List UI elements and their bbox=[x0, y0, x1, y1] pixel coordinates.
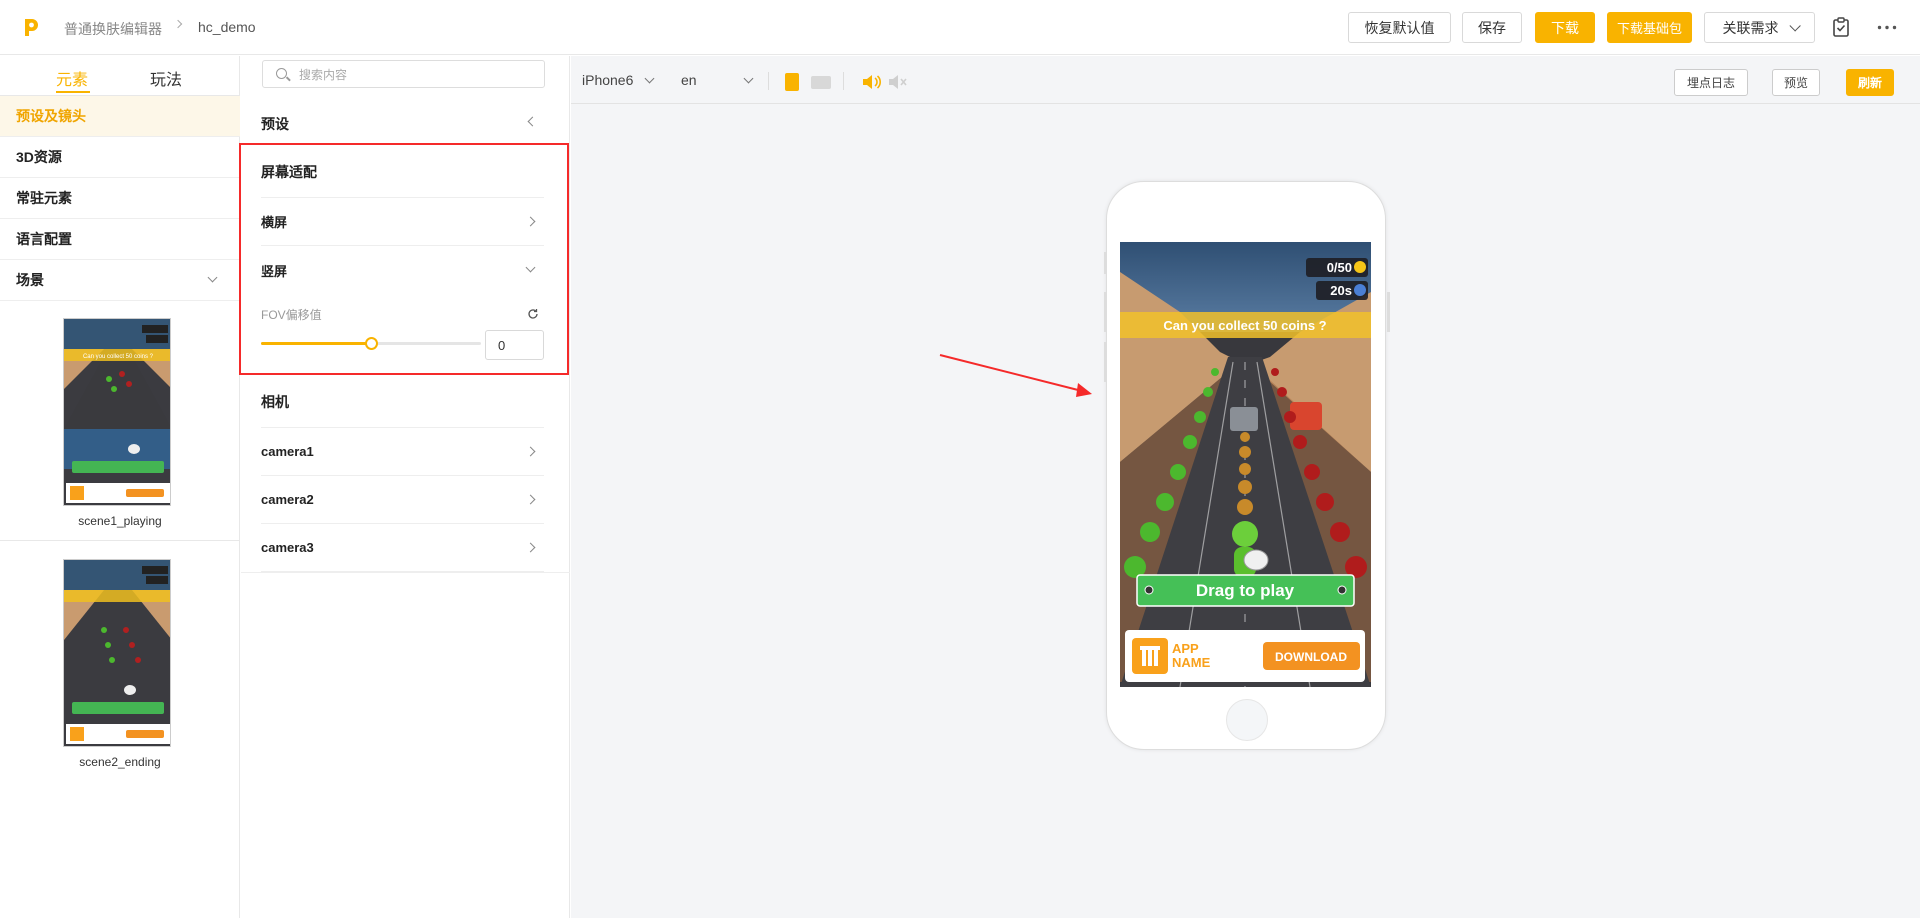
landscape-orientation-icon[interactable] bbox=[811, 76, 831, 89]
scene-thumbnail-2[interactable] bbox=[63, 559, 171, 747]
more-options-icon[interactable] bbox=[1877, 25, 1897, 30]
row-camera3[interactable]: camera3 bbox=[261, 524, 544, 572]
save-label: 保存 bbox=[1478, 19, 1506, 36]
phone-side-button bbox=[1387, 292, 1390, 332]
row-label: camera1 bbox=[261, 444, 314, 459]
home-button bbox=[1226, 699, 1268, 741]
scene-divider bbox=[0, 540, 240, 541]
scene-thumbnail-1[interactable]: Can you collect 50 coins ? bbox=[63, 318, 171, 506]
section-title-camera: 相机 bbox=[261, 394, 289, 410]
device-select[interactable]: iPhone6 bbox=[582, 72, 657, 88]
preview-button[interactable]: 预览 bbox=[1772, 69, 1820, 96]
restore-default-label: 恢复默认值 bbox=[1364, 19, 1435, 36]
tab-gameplay[interactable]: 玩法 bbox=[150, 66, 182, 90]
breadcrumb-separator-icon bbox=[173, 19, 183, 29]
top-bar: 普通换肤编辑器 hc_demo 恢复默认值 保存 下载 下载基础包 关联需求 bbox=[0, 0, 1920, 55]
nav-item-language-config[interactable]: 语言配置 bbox=[0, 219, 240, 260]
coin-counter: 0/50 bbox=[1327, 260, 1352, 275]
scene-name-1: scene1_playing bbox=[78, 514, 162, 528]
chevron-right-icon bbox=[525, 446, 536, 457]
clipboard-check-icon[interactable] bbox=[1832, 17, 1850, 37]
download-base-package-button[interactable]: 下载基础包 bbox=[1607, 12, 1692, 43]
chevron-down-icon bbox=[644, 73, 655, 84]
nav-item-presets-camera[interactable]: 预设及镜头 bbox=[0, 96, 240, 137]
language-select[interactable]: en bbox=[681, 72, 756, 88]
preview-toolbar: iPhone6 en 埋点日志 预览 刷新 bbox=[571, 56, 1920, 104]
preview-label: 预览 bbox=[1783, 76, 1808, 90]
nav-item-3d-resources[interactable]: 3D资源 bbox=[0, 137, 240, 178]
properties-panel: 搜索内容 预设 屏幕适配 横屏 竖屏 FOV偏移值 0 相机 camera1 c… bbox=[239, 56, 570, 918]
row-label: camera3 bbox=[261, 540, 314, 555]
download-label: 下载 bbox=[1551, 19, 1579, 36]
drag-to-play-text: Drag to play bbox=[1196, 581, 1295, 600]
timer-text: 20s bbox=[1330, 283, 1352, 298]
row-camera1[interactable]: camera1 bbox=[261, 428, 544, 476]
phone-side-button bbox=[1104, 252, 1107, 274]
refresh-button[interactable]: 刷新 bbox=[1846, 69, 1894, 96]
scene1-preview-image: Can you collect 50 coins ? bbox=[64, 319, 170, 505]
tracking-log-label: 埋点日志 bbox=[1686, 76, 1735, 90]
banner-text: Can you collect 50 coins ? bbox=[1163, 318, 1326, 333]
save-button[interactable]: 保存 bbox=[1462, 12, 1522, 43]
tracking-log-button[interactable]: 埋点日志 bbox=[1674, 69, 1748, 96]
chevron-down-icon bbox=[207, 272, 218, 283]
download-base-label: 下载基础包 bbox=[1616, 21, 1682, 36]
breadcrumb-editor[interactable]: 普通换肤编辑器 bbox=[64, 19, 162, 39]
scene-name-2: scene2_ending bbox=[79, 755, 161, 769]
divider bbox=[241, 572, 570, 573]
chevron-down-icon bbox=[743, 73, 754, 84]
thumb-banner-text: Can you collect 50 coins ? bbox=[83, 354, 154, 360]
section-title-presets: 预设 bbox=[261, 116, 289, 132]
sound-on-icon[interactable] bbox=[862, 74, 882, 90]
nav-item-label: 预设及镜头 bbox=[16, 108, 86, 124]
nav-item-label: 场景 bbox=[16, 272, 44, 288]
nav-item-label: 3D资源 bbox=[16, 149, 62, 165]
preview-stage: iPhone6 en 埋点日志 预览 刷新 Can you collect 50… bbox=[571, 56, 1920, 918]
chevron-right-icon bbox=[525, 494, 536, 505]
portrait-orientation-icon[interactable] bbox=[785, 73, 799, 91]
breadcrumb-project: hc_demo bbox=[198, 19, 256, 35]
restore-default-button[interactable]: 恢复默认值 bbox=[1348, 12, 1451, 43]
nav-item-label: 语言配置 bbox=[16, 231, 72, 247]
phone-side-button bbox=[1104, 292, 1107, 332]
row-label: camera2 bbox=[261, 492, 314, 507]
active-tab-indicator bbox=[56, 91, 90, 93]
annotation-arrow-icon bbox=[939, 354, 1092, 397]
search-input[interactable]: 搜索内容 bbox=[262, 60, 545, 88]
game-preview-screen[interactable]: Can you collect 50 coins ? 0/50 20s Drag… bbox=[1120, 242, 1371, 687]
search-placeholder: 搜索内容 bbox=[299, 67, 348, 82]
app-name-line2: NAME bbox=[1172, 655, 1211, 670]
search-icon bbox=[276, 68, 287, 79]
language-value: en bbox=[681, 72, 697, 88]
app-name-line1: APP bbox=[1172, 641, 1199, 656]
phone-frame: Can you collect 50 coins ? 0/50 20s Drag… bbox=[1104, 181, 1390, 750]
related-requirement-label: 关联需求 bbox=[1722, 19, 1779, 36]
related-requirement-dropdown[interactable]: 关联需求 bbox=[1704, 12, 1815, 43]
left-panel: 元素 玩法 预设及镜头 3D资源 常驻元素 语言配置 场景 Can you co… bbox=[0, 56, 240, 918]
refresh-label: 刷新 bbox=[1857, 76, 1882, 90]
tab-elements[interactable]: 元素 bbox=[56, 66, 88, 90]
download-ad-text: DOWNLOAD bbox=[1275, 650, 1347, 664]
nav-item-label: 常驻元素 bbox=[16, 190, 72, 206]
chevron-right-icon bbox=[525, 542, 536, 553]
toolbar-divider bbox=[843, 72, 844, 90]
game-scene-image: Can you collect 50 coins ? 0/50 20s Drag… bbox=[1120, 242, 1371, 687]
nav-item-scenes[interactable]: 场景 bbox=[0, 260, 240, 301]
phone-side-button bbox=[1104, 342, 1107, 382]
app-logo-icon[interactable] bbox=[22, 17, 40, 37]
row-camera2[interactable]: camera2 bbox=[261, 476, 544, 524]
device-value: iPhone6 bbox=[582, 72, 634, 88]
highlight-annotation-box bbox=[239, 143, 569, 375]
chevron-down-icon bbox=[1788, 19, 1801, 32]
toolbar-divider bbox=[768, 72, 769, 90]
nav-item-resident-elements[interactable]: 常驻元素 bbox=[0, 178, 240, 219]
scene2-preview-image bbox=[64, 560, 170, 746]
collapse-panel-icon[interactable] bbox=[527, 116, 538, 127]
sound-off-icon[interactable] bbox=[888, 74, 908, 90]
download-button[interactable]: 下载 bbox=[1535, 12, 1595, 43]
